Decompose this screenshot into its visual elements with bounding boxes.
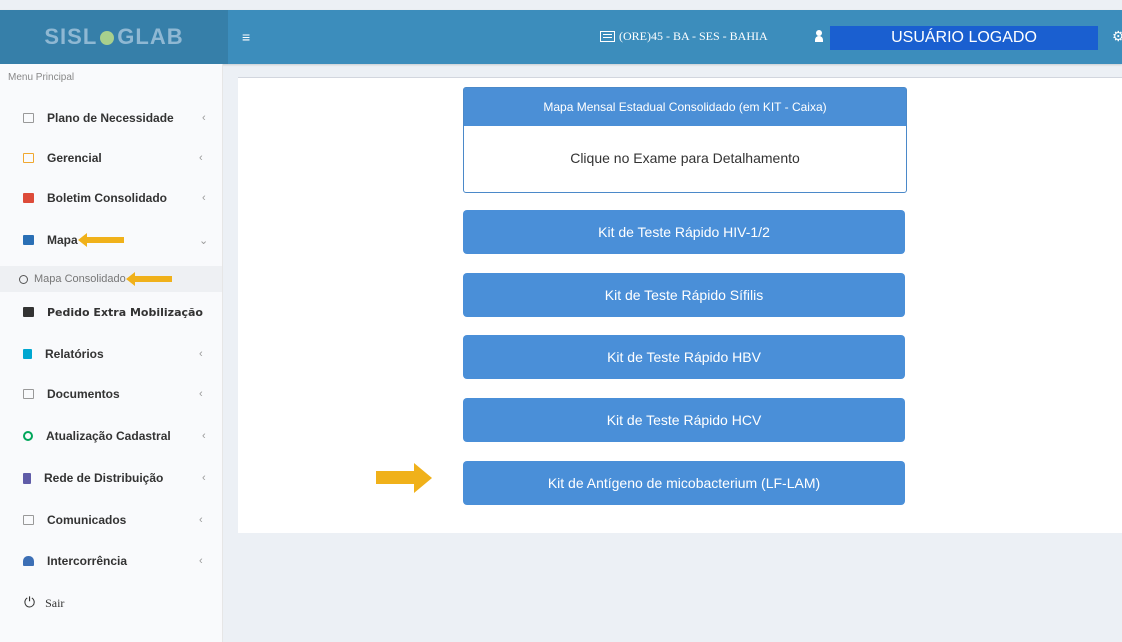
sidebar-item-mapa[interactable]: Mapa ⌄ — [0, 226, 222, 254]
unit-text: (ORE)45 - BA - SES - BAHIA — [619, 29, 768, 43]
logo-dot-icon — [100, 31, 115, 45]
kit-lf-lam-button[interactable]: Kit de Antígeno de micobacterium (LF-LAM… — [463, 461, 905, 505]
kit-hiv-button[interactable]: Kit de Teste Rápido HIV-1/2 — [463, 210, 905, 254]
logout-link[interactable]: ⏻ Sair — [24, 595, 64, 611]
sidebar-item-plano-de-necessidade[interactable]: Plano de Necessidade ‹ — [0, 104, 222, 132]
refresh-icon — [23, 431, 33, 441]
chevron-left-icon: ‹ — [199, 555, 203, 567]
sidebar-subitem-mapa-consolidado[interactable]: Mapa Consolidado — [0, 266, 222, 292]
sidebar-item-intercorrencia[interactable]: Intercorrência ‹ — [0, 547, 222, 575]
sidebar-item-label: Mapa — [47, 233, 78, 247]
chevron-down-icon: ⌄ — [199, 234, 209, 247]
building-icon — [23, 472, 31, 484]
chevron-left-icon: ‹ — [202, 112, 206, 124]
sidebar: Menu Principal Plano de Necessidade ‹ Ge… — [0, 64, 223, 642]
chevron-left-icon: ‹ — [199, 388, 203, 400]
highlight-arrow-icon — [125, 272, 172, 286]
sidebar-item-relatorios[interactable]: Relatórios ‹ — [0, 340, 222, 368]
unit-info: (ORE)45 - BA - SES - BAHIA — [600, 29, 768, 44]
kit-hcv-button[interactable]: Kit de Teste Rápido HCV — [463, 398, 905, 442]
edit-icon — [23, 515, 34, 525]
sidebar-item-label: Atualização Cadastral — [46, 429, 171, 443]
map-panel-title: Mapa Mensal Estadual Consolidado (em KIT… — [464, 88, 906, 126]
edit-icon — [23, 389, 34, 399]
sidebar-subitem-label: Mapa Consolidado — [34, 273, 126, 285]
sidebar-item-label: Relatórios — [45, 347, 104, 361]
newspaper-icon — [23, 307, 34, 317]
user-icon — [23, 556, 34, 566]
sidebar-item-comunicados[interactable]: Comunicados ‹ — [0, 506, 222, 534]
edit-icon — [23, 113, 34, 123]
calendar-icon — [23, 193, 34, 203]
sidebar-item-gerencial[interactable]: Gerencial ‹ — [0, 144, 222, 172]
logo-text-right: GLAB — [117, 24, 184, 49]
menu-toggle-icon[interactable]: ≡ — [242, 29, 250, 45]
circle-icon — [19, 274, 28, 284]
top-navbar: SISL GLAB ≡ (ORE)45 - BA - SES - BAHIA U… — [0, 10, 1122, 64]
chevron-left-icon: ‹ — [199, 514, 203, 526]
chevron-left-icon: ‹ — [202, 472, 206, 484]
highlight-arrow-icon — [376, 463, 432, 493]
sidebar-item-label: Documentos — [47, 387, 120, 401]
id-card-icon — [600, 31, 615, 42]
settings-icon[interactable]: ⚙ — [1112, 28, 1122, 45]
sidebar-item-label: Intercorrência — [47, 554, 128, 568]
chevron-left-icon: ‹ — [199, 152, 203, 164]
sidebar-item-label: Pedido Extra Mobilização — [47, 305, 203, 319]
sidebar-item-atualizacao-cadastral[interactable]: Atualização Cadastral ‹ — [0, 422, 222, 450]
highlight-arrow-icon — [77, 233, 124, 247]
logout-label: Sair — [45, 595, 65, 610]
file-icon — [23, 349, 32, 359]
logged-user-box[interactable]: USUÁRIO LOGADO — [830, 26, 1098, 50]
kit-hbv-button[interactable]: Kit de Teste Rápido HBV — [463, 335, 905, 379]
edit-icon — [23, 153, 34, 163]
logout-icon: ⏻ — [24, 595, 36, 611]
chevron-left-icon: ‹ — [199, 348, 203, 360]
menu-header: Menu Principal — [8, 72, 75, 83]
sidebar-item-label: Rede de Distribuição — [44, 471, 164, 485]
chevron-left-icon: ‹ — [202, 430, 206, 442]
sidebar-item-documentos[interactable]: Documentos ‹ — [0, 380, 222, 408]
sidebar-item-label: Comunicados — [47, 513, 127, 527]
logo-text-left: SISL — [44, 24, 98, 49]
map-panel-body: Clique no Exame para Detalhamento — [570, 150, 800, 166]
app-logo[interactable]: SISL GLAB — [0, 10, 228, 64]
chevron-left-icon: ‹ — [202, 192, 206, 204]
sidebar-item-label: Plano de Necessidade — [47, 111, 174, 125]
map-icon — [23, 235, 34, 245]
sidebar-item-pedido-extra-mobilizacao[interactable]: Pedido Extra Mobilização — [0, 298, 222, 326]
user-icon — [815, 30, 823, 42]
kit-sifilis-button[interactable]: Kit de Teste Rápido Sífilis — [463, 273, 905, 317]
map-info-panel: Mapa Mensal Estadual Consolidado (em KIT… — [463, 87, 907, 193]
sidebar-item-label: Gerencial — [47, 151, 102, 165]
sidebar-item-boletim-consolidado[interactable]: Boletim Consolidado ‹ — [0, 184, 222, 212]
sidebar-item-label: Boletim Consolidado — [47, 191, 167, 205]
sidebar-item-rede-de-distribuicao[interactable]: Rede de Distribuição ‹ — [0, 464, 222, 492]
